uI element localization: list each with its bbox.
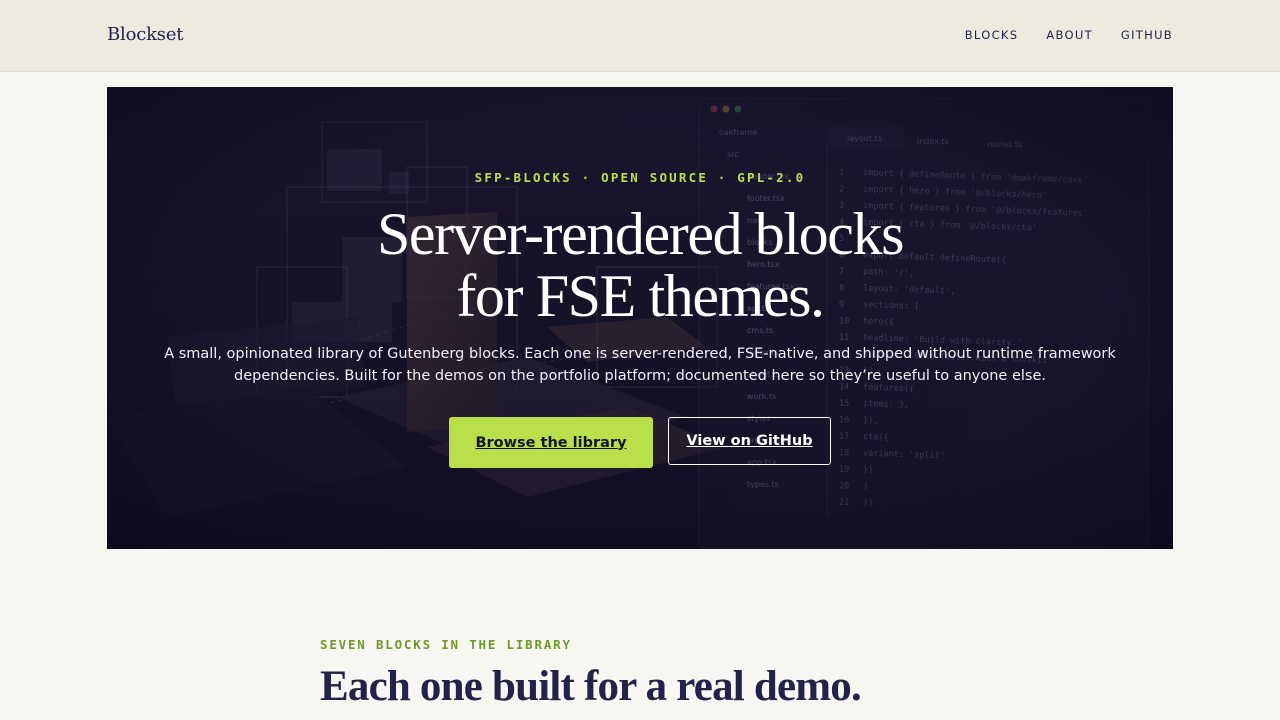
site-header: Blockset BLOCKS ABOUT GITHUB	[0, 0, 1280, 72]
hero-description: A small, opinionated library of Gutenber…	[164, 346, 1116, 384]
section-eyebrow: SEVEN BLOCKS IN THE LIBRARY	[320, 637, 572, 652]
hero-eyebrow: SFP-BLOCKS · OPEN SOURCE · GPL-2.0	[474, 170, 806, 185]
section-title: Each one built for a real demo.	[320, 663, 862, 710]
main-nav: BLOCKS ABOUT GITHUB	[965, 28, 1173, 42]
hero-title-line-1: Server-rendered blocks	[376, 201, 904, 267]
hero-title: Server-rendered blocks for FSE themes.	[107, 203, 1173, 327]
nav-link-about[interactable]: ABOUT	[1046, 28, 1093, 42]
browse-library-button[interactable]: Browse the library	[449, 417, 653, 468]
nav-link-github[interactable]: GITHUB	[1121, 28, 1173, 42]
nav-link-blocks[interactable]: BLOCKS	[965, 28, 1019, 42]
hero-banner: oakframesrcheader.tsxfooter.tsxnavblocks…	[107, 87, 1173, 549]
hero-title-line-2: for FSE themes.	[456, 263, 825, 329]
hero-content: SFP-BLOCKS · OPEN SOURCE · GPL-2.0 Serve…	[107, 87, 1173, 549]
site-logo[interactable]: Blockset	[107, 24, 184, 45]
view-on-github-button[interactable]: View on GitHub	[668, 417, 831, 465]
